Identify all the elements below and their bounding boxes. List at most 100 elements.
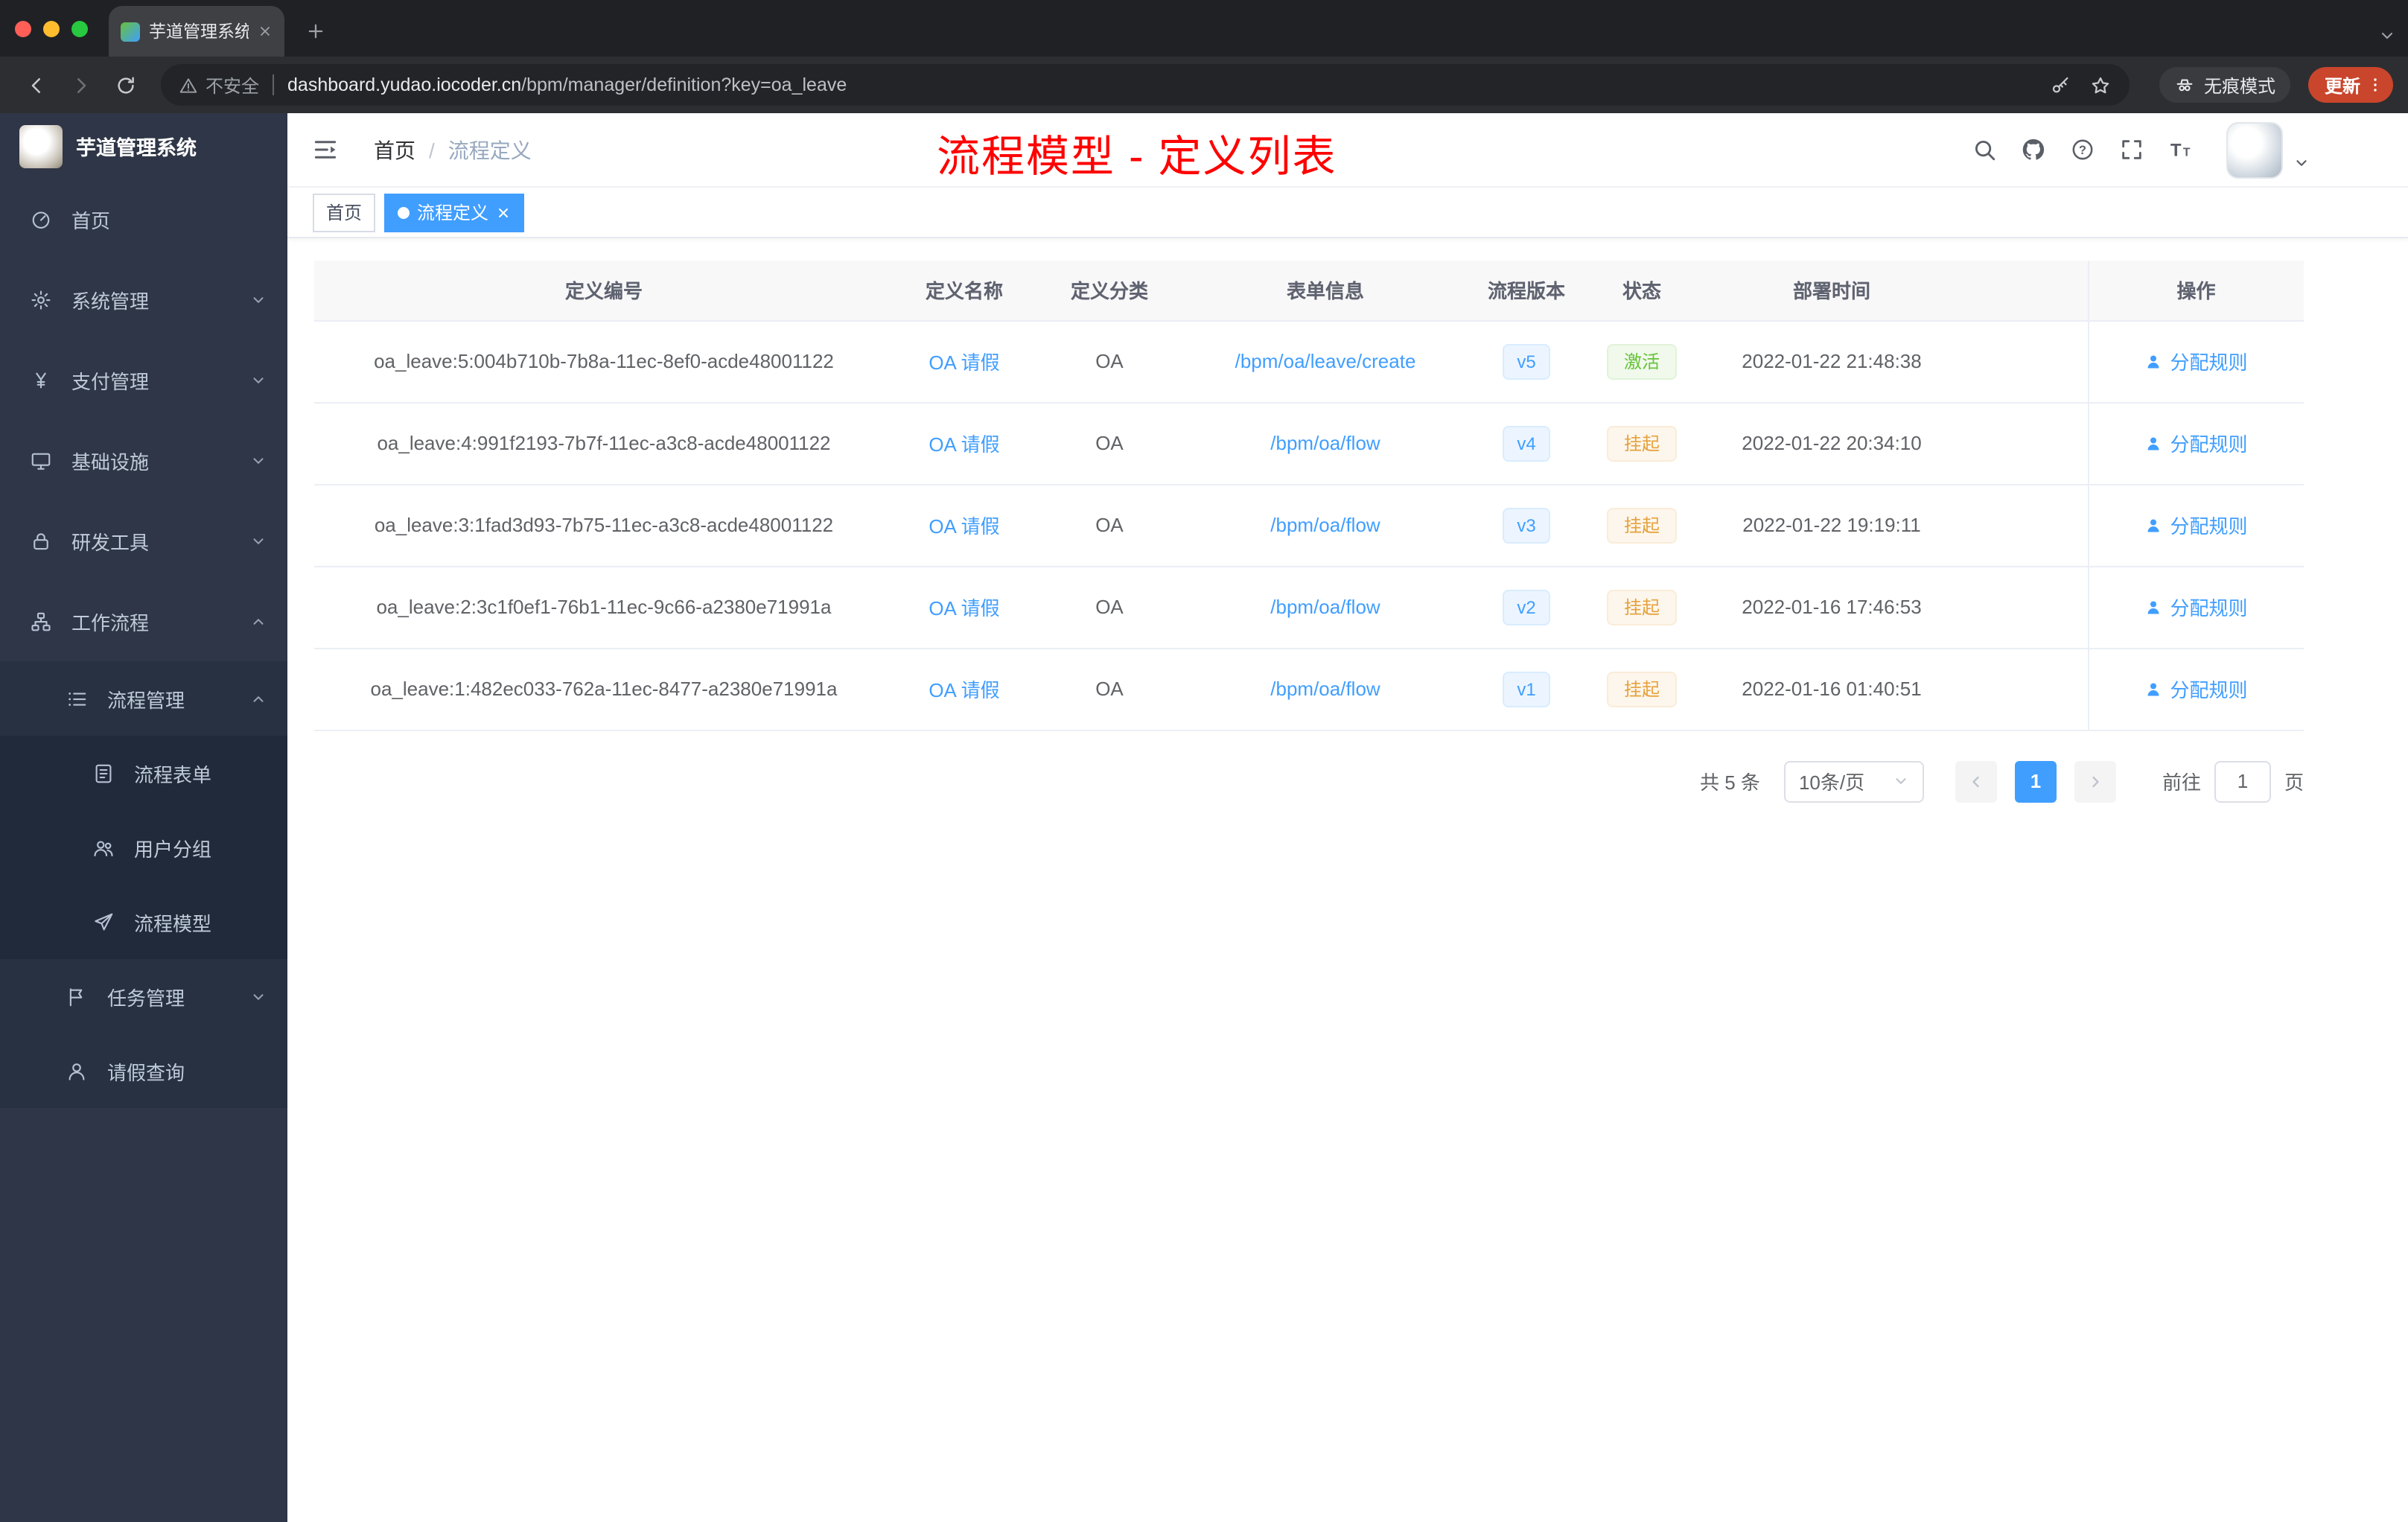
fullscreen-icon[interactable] bbox=[2119, 137, 2144, 162]
definition-name-link[interactable]: OA 请假 bbox=[929, 515, 999, 538]
chevron-up-icon bbox=[250, 690, 267, 707]
definition-table: 定义编号 定义名称 定义分类 表单信息 流程版本 状态 部署时间 操作 oa_l… bbox=[314, 261, 2304, 730]
reload-button[interactable] bbox=[104, 64, 146, 106]
goto-label: 前往 bbox=[2162, 771, 2201, 794]
next-page-button[interactable] bbox=[2074, 760, 2116, 802]
sidebar-item-process-model[interactable]: 流程模型 bbox=[0, 885, 287, 959]
table-header-row: 定义编号 定义名称 定义分类 表单信息 流程版本 状态 部署时间 操作 bbox=[314, 261, 2304, 321]
sidebar-item-infrastructure[interactable]: 基础设施 bbox=[0, 420, 287, 500]
kebab-menu-icon[interactable] bbox=[2366, 76, 2384, 94]
form-link[interactable]: /bpm/oa/flow bbox=[1270, 432, 1380, 454]
form-link[interactable]: /bpm/oa/flow bbox=[1270, 678, 1380, 700]
tab-title: 芋道管理系统 bbox=[149, 24, 249, 42]
chevron-up-icon bbox=[250, 613, 267, 629]
column-header-status: 状态 bbox=[1586, 261, 1698, 321]
assign-rule-link[interactable]: 分配规则 bbox=[2144, 511, 2248, 539]
traffic-light-minimize[interactable] bbox=[43, 20, 60, 36]
hamburger-icon[interactable] bbox=[287, 112, 362, 187]
sidebar-item-user-group[interactable]: 用户分组 bbox=[0, 810, 287, 885]
insecure-warning-icon[interactable] bbox=[179, 75, 198, 95]
page-size-select[interactable]: 10条/页 bbox=[1783, 760, 1924, 802]
form-link[interactable]: /bpm/oa/leave/create bbox=[1235, 350, 1416, 372]
goto-page-input[interactable] bbox=[2214, 760, 2271, 802]
url-path: /bpm/manager/definition?key=oa_leave bbox=[521, 74, 847, 95]
tab-search-chevron-icon[interactable] bbox=[2378, 27, 2396, 45]
status-badge: 激活 bbox=[1607, 343, 1676, 379]
key-icon[interactable] bbox=[2049, 74, 2071, 96]
table-row: oa_leave:5:004b710b-7b8a-11ec-8ef0-acde4… bbox=[314, 320, 2304, 403]
logo-image bbox=[19, 124, 63, 168]
column-header-action: 操作 bbox=[2087, 261, 2304, 321]
chevron-down-icon bbox=[250, 532, 267, 549]
sidebar-item-task-management[interactable]: 任务管理 bbox=[0, 959, 287, 1034]
definition-category: OA bbox=[1095, 678, 1124, 700]
sidebar-item-devtools[interactable]: 研发工具 bbox=[0, 500, 287, 581]
table-row: oa_leave:1:482ec033-762a-11ec-8477-a2380… bbox=[314, 648, 2304, 730]
tag-process-definition[interactable]: 流程定义 bbox=[384, 193, 525, 232]
traffic-light-zoom[interactable] bbox=[71, 20, 88, 36]
tab-close-icon[interactable] bbox=[258, 24, 273, 39]
browser-tab[interactable]: 芋道管理系统 bbox=[109, 6, 284, 57]
status-badge: 挂起 bbox=[1607, 507, 1676, 543]
column-header-id: 定义编号 bbox=[314, 261, 894, 321]
current-page-button[interactable]: 1 bbox=[2014, 760, 2057, 802]
page-content: 定义编号 定义名称 定义分类 表单信息 流程版本 状态 部署时间 操作 oa_l… bbox=[287, 238, 2408, 802]
svg-text:?: ? bbox=[2079, 144, 2086, 157]
bookmark-star-icon[interactable] bbox=[2089, 74, 2112, 96]
sidebar-item-process-management[interactable]: 流程管理 bbox=[0, 661, 287, 736]
status-badge: 挂起 bbox=[1607, 425, 1676, 461]
assign-rule-link[interactable]: 分配规则 bbox=[2144, 675, 2248, 703]
traffic-light-close[interactable] bbox=[15, 20, 31, 36]
definition-category: OA bbox=[1095, 514, 1124, 536]
definition-name-link[interactable]: OA 请假 bbox=[929, 679, 999, 701]
table-row: oa_leave:4:991f2193-7b7f-11ec-a3c8-acde4… bbox=[314, 402, 2304, 485]
sidebar-item-payment[interactable]: 支付管理 bbox=[0, 340, 287, 420]
url-text[interactable]: dashboard.yudao.iocoder.cn/bpm/manager/d… bbox=[287, 74, 847, 95]
address-bar[interactable]: 不安全 dashboard.yudao.iocoder.cn/bpm/manag… bbox=[161, 64, 2130, 106]
incognito-label: 无痕模式 bbox=[2203, 75, 2275, 96]
tag-close-icon[interactable] bbox=[496, 205, 511, 220]
github-icon[interactable] bbox=[2021, 137, 2046, 162]
form-link[interactable]: /bpm/oa/flow bbox=[1270, 514, 1380, 536]
user-icon bbox=[66, 1060, 88, 1082]
avatar[interactable] bbox=[2226, 121, 2283, 178]
forward-button[interactable] bbox=[60, 64, 101, 106]
security-label[interactable]: 不安全 bbox=[206, 72, 259, 98]
chrome-update-button[interactable]: 更新 bbox=[2307, 67, 2393, 103]
sidebar-item-workflow[interactable]: 工作流程 bbox=[0, 581, 287, 661]
search-icon[interactable] bbox=[1972, 137, 1997, 162]
breadcrumb-separator: / bbox=[429, 138, 435, 162]
version-tag: v5 bbox=[1503, 343, 1550, 379]
annotation-overlay: 流程模型 - 定义列表 bbox=[937, 134, 1337, 182]
help-icon[interactable]: ? bbox=[2070, 137, 2095, 162]
new-tab-button[interactable] bbox=[296, 12, 335, 51]
definition-name-link[interactable]: OA 请假 bbox=[929, 351, 999, 374]
sidebar-logo[interactable]: 芋道管理系统 bbox=[0, 113, 287, 179]
assign-rule-link[interactable]: 分配规则 bbox=[2144, 429, 2248, 457]
column-header-form: 表单信息 bbox=[1184, 261, 1467, 321]
page-size-value: 10条/页 bbox=[1798, 771, 1865, 794]
breadcrumb-home[interactable]: 首页 bbox=[374, 135, 415, 165]
sidebar-item-home[interactable]: 首页 bbox=[0, 179, 287, 259]
table-row: oa_leave:2:3c1f0ef1-76b1-11ec-9c66-a2380… bbox=[314, 566, 2304, 649]
chevron-down-icon bbox=[250, 372, 267, 388]
prev-page-button[interactable] bbox=[1955, 760, 1997, 802]
caret-down-icon bbox=[2293, 154, 2310, 171]
user-menu[interactable] bbox=[2226, 121, 2310, 178]
form-link[interactable]: /bpm/oa/flow bbox=[1270, 596, 1380, 618]
assign-rule-link[interactable]: 分配规则 bbox=[2144, 593, 2248, 621]
assign-rule-link[interactable]: 分配规则 bbox=[2144, 347, 2248, 375]
yen-icon bbox=[30, 369, 52, 391]
sidebar-item-process-form[interactable]: 流程表单 bbox=[0, 736, 287, 810]
definition-name-link[interactable]: OA 请假 bbox=[929, 597, 999, 620]
font-size-icon[interactable]: TT bbox=[2168, 137, 2194, 162]
sidebar-item-system[interactable]: 系统管理 bbox=[0, 259, 287, 340]
tag-home[interactable]: 首页 bbox=[313, 193, 376, 232]
version-tag: v1 bbox=[1503, 671, 1550, 707]
back-button[interactable] bbox=[15, 64, 57, 106]
definition-id: oa_leave:2:3c1f0ef1-76b1-11ec-9c66-a2380… bbox=[376, 596, 832, 618]
url-domain: dashboard.yudao.iocoder.cn bbox=[287, 74, 522, 95]
definition-id: oa_leave:5:004b710b-7b8a-11ec-8ef0-acde4… bbox=[374, 350, 834, 372]
definition-name-link[interactable]: OA 请假 bbox=[929, 433, 999, 456]
sidebar-item-leave-query[interactable]: 请假查询 bbox=[0, 1034, 287, 1108]
